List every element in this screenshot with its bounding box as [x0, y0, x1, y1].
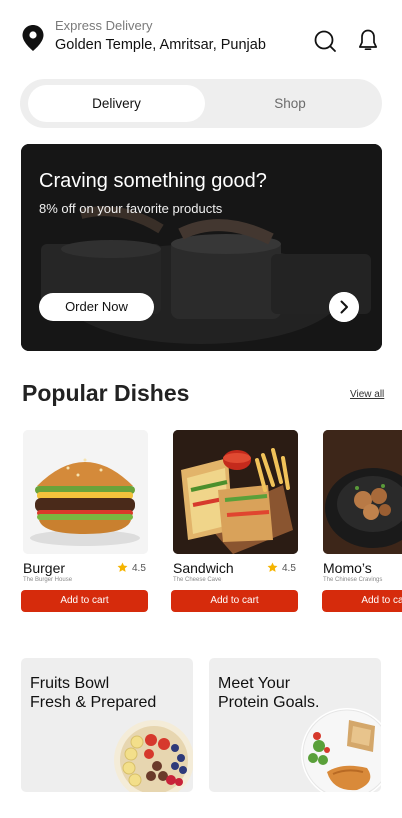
star-icon: [267, 562, 278, 572]
promo-card-fruits-bowl[interactable]: Fruits Bowl Fresh & Prepared: [21, 658, 193, 792]
dish-image-burger[interactable]: [23, 430, 148, 554]
dish-image-momos[interactable]: [323, 430, 402, 554]
star-icon: [117, 562, 128, 572]
location-pin-icon: [22, 25, 44, 51]
promo-banner[interactable]: Craving something good? 8% off on your f…: [21, 144, 382, 351]
fruit-bowl-image: [114, 720, 193, 792]
dish-restaurant-burger: The Burger House: [23, 577, 73, 583]
view-all-link[interactable]: View all: [350, 389, 384, 400]
tab-shop[interactable]: Shop: [205, 85, 375, 122]
tab-delivery[interactable]: Delivery: [28, 85, 205, 122]
chevron-right-icon[interactable]: [329, 292, 359, 322]
dish-name-sandwich: Sandwich: [173, 560, 234, 576]
add-to-cart-button[interactable]: Add to cart: [171, 590, 298, 612]
dish-restaurant-sandwich: The Cheese Cave: [173, 577, 222, 583]
add-to-cart-button[interactable]: Add to cart: [21, 590, 148, 612]
promo-card-protein-goals[interactable]: Meet Your Protein Goals.: [209, 658, 381, 792]
dish-image-sandwich[interactable]: [173, 430, 298, 554]
dish-name-burger: Burger: [23, 560, 66, 576]
dish-rating-sandwich: 4.5: [282, 563, 296, 574]
protein-plate-image: [301, 708, 381, 792]
bell-icon[interactable]: [356, 28, 380, 52]
dish-restaurant-momos: The Chinese Cravings: [323, 577, 383, 583]
promo-title-line1: Fruits Bowl: [30, 675, 110, 692]
promo-title-line1: Meet Your: [218, 675, 291, 692]
delivery-shop-toggle: Delivery Shop: [20, 79, 382, 128]
section-title: Popular Dishes: [22, 380, 190, 406]
order-now-button[interactable]: Order Now: [39, 293, 154, 321]
dish-rating-burger: 4.5: [132, 563, 146, 574]
promo-title-line2: Fresh & Prepared: [30, 694, 157, 711]
search-icon[interactable]: [313, 29, 337, 53]
banner-subtitle: 8% off on your favorite products: [39, 201, 223, 216]
delivery-address[interactable]: Golden Temple, Amritsar, Punjab: [55, 37, 266, 53]
add-to-cart-button-wrapper: Add to cart: [322, 590, 402, 612]
add-to-cart-button[interactable]: Add to cart: [322, 590, 402, 612]
dish-name-momos: Momo’s: [323, 560, 372, 576]
banner-title: Craving something good?: [39, 170, 267, 192]
delivery-type-label: Express Delivery: [55, 18, 153, 33]
